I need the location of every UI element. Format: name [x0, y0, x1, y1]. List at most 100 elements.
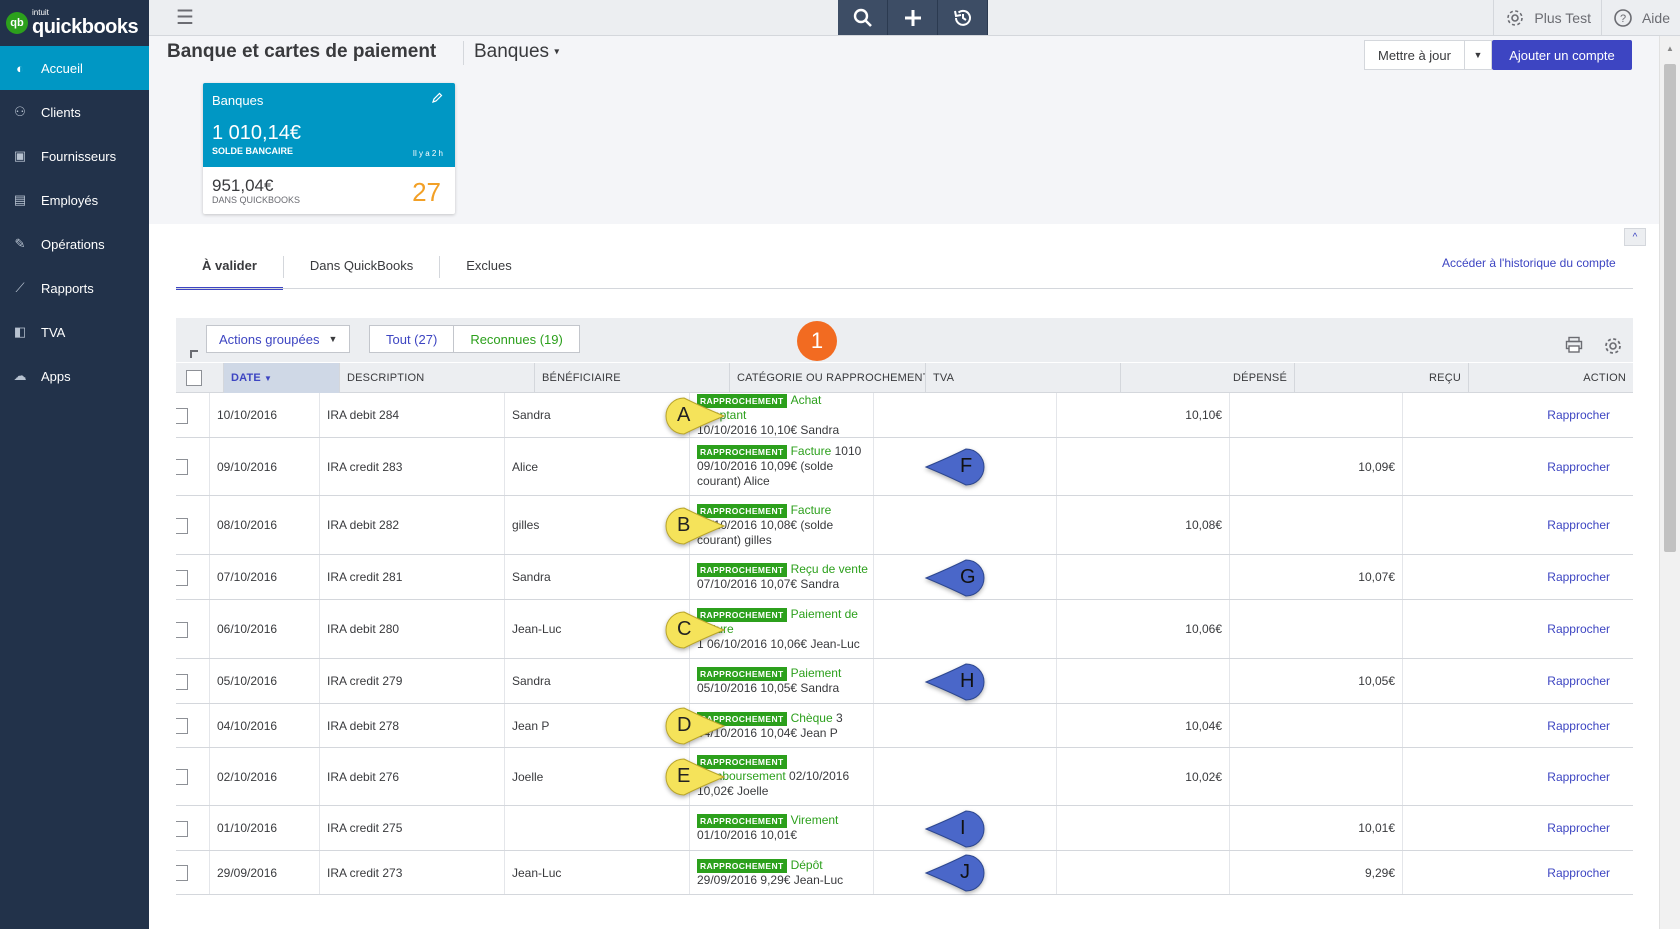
table-row[interactable]: 10/10/2016 IRA debit 284 Sandra RAPPROCHEME…: [176, 393, 1633, 438]
match-action-link[interactable]: Rapprocher: [1547, 674, 1610, 688]
match-action-link[interactable]: Rapprocher: [1547, 408, 1610, 422]
filter-all-button[interactable]: Tout (27): [369, 325, 455, 353]
pencil-icon[interactable]: [431, 92, 443, 107]
cell-tax[interactable]: [873, 496, 1056, 554]
match-action-link[interactable]: Rapprocher: [1547, 622, 1610, 636]
cell-tax[interactable]: [873, 600, 1056, 658]
sidebar-item-employees[interactable]: ▤ Employés: [0, 178, 149, 222]
print-icon[interactable]: [1565, 336, 1583, 354]
table-row[interactable]: 08/10/2016 IRA debit 282 gilles RAPPROCHEME…: [176, 496, 1633, 555]
row-checkbox[interactable]: [176, 769, 188, 785]
sidebar-item-dashboard[interactable]: ◐ Accueil: [0, 46, 149, 90]
select-all-checkbox[interactable]: [186, 370, 202, 386]
match-action-link[interactable]: Rapprocher: [1547, 770, 1610, 784]
tax-icon: ◧: [13, 324, 27, 339]
tab-excluded[interactable]: Exclues: [440, 249, 538, 290]
match-action-link[interactable]: Rapprocher: [1547, 570, 1610, 584]
match-action-link[interactable]: Rapprocher: [1547, 719, 1610, 733]
help-menu[interactable]: ? Aide: [1600, 0, 1680, 35]
cell-category[interactable]: RAPPROCHEMENT Facture 1010 09/10/2016 10,0…: [689, 438, 873, 495]
sidebar-item-reports[interactable]: ⟋ Rapports: [0, 266, 149, 310]
match-action-link[interactable]: Rapprocher: [1547, 866, 1610, 880]
bank-account-card[interactable]: Banques 1 010,14€ SOLDE BANCAIRE Il y a …: [203, 83, 455, 214]
header-tax[interactable]: TVA: [925, 363, 1120, 393]
matched-transaction-type[interactable]: Virement: [791, 813, 839, 827]
cell-tax[interactable]: [873, 393, 1056, 437]
add-account-button[interactable]: Ajouter un compte: [1492, 40, 1632, 70]
update-dropdown-toggle[interactable]: ▼: [1464, 40, 1492, 70]
match-action-link[interactable]: Rapprocher: [1547, 518, 1610, 532]
row-checkbox[interactable]: [176, 673, 188, 690]
match-action-link[interactable]: Rapprocher: [1547, 821, 1610, 835]
header-received[interactable]: REÇU: [1294, 363, 1468, 393]
create-button[interactable]: [888, 0, 938, 35]
matched-transaction-detail: 29/09/2016 9,29€ Jean-Luc: [697, 872, 844, 887]
bulk-actions-dropdown[interactable]: Actions groupées ▼: [206, 325, 351, 353]
table-row[interactable]: 07/10/2016 IRA credit 281 Sandra RAPPROCHEM…: [176, 555, 1633, 600]
row-checkbox[interactable]: [176, 718, 188, 734]
header-spent[interactable]: DÉPENSÉ: [1120, 363, 1294, 393]
match-action-link[interactable]: Rapprocher: [1547, 460, 1610, 474]
row-checkbox[interactable]: [176, 569, 188, 586]
cell-category[interactable]: RAPPROCHEMENT Paiement 05/10/2016 10,05€ S…: [689, 659, 873, 703]
row-checkbox[interactable]: [176, 407, 188, 424]
update-button[interactable]: Mettre à jour: [1364, 40, 1465, 70]
row-checkbox[interactable]: [176, 517, 188, 534]
header-category[interactable]: CATÉGORIE OU RAPPROCHEMENT: [729, 363, 925, 393]
account-selector[interactable]: Banques ▾: [474, 41, 559, 63]
cell-category[interactable]: RAPPROCHEMENT Dépôt 29/09/2016 9,29€ Jean-…: [689, 851, 873, 894]
tab-in-quickbooks[interactable]: Dans QuickBooks: [284, 249, 439, 290]
matched-transaction-type[interactable]: Reçu de vente: [791, 562, 868, 576]
cell-category[interactable]: RAPPROCHEMENT Reçu de vente 07/10/2016 10,…: [689, 555, 873, 599]
scrollbar-thumb[interactable]: [1664, 64, 1676, 552]
search-button[interactable]: [838, 0, 888, 35]
table-row[interactable]: 04/10/2016 IRA debit 278 Jean P RAPPROCHEME…: [176, 704, 1633, 748]
filter-recognized-button[interactable]: Reconnues (19): [454, 325, 580, 353]
row-checkbox[interactable]: [176, 865, 188, 881]
tab-to-review[interactable]: À valider: [176, 249, 283, 290]
page-scrollbar[interactable]: ▲: [1659, 36, 1680, 929]
table-row[interactable]: 09/10/2016 IRA credit 283 Alice RAPPROCHEME…: [176, 438, 1633, 496]
scroll-up-arrow-icon[interactable]: ▲: [1666, 44, 1674, 53]
matched-transaction-type[interactable]: Paiement: [791, 666, 842, 680]
row-checkbox[interactable]: [176, 621, 188, 638]
annotation-marker-letter: E: [677, 765, 691, 787]
matched-transaction-type[interactable]: Dépôt: [791, 858, 823, 872]
matched-transaction-type[interactable]: Facture: [791, 444, 832, 458]
table-row[interactable]: 05/10/2016 IRA credit 279 Sandra RAPPROCHEM…: [176, 659, 1633, 704]
recent-transactions-button[interactable]: [938, 0, 988, 35]
cell-received: 10,09€: [1229, 438, 1402, 495]
table-row[interactable]: 29/09/2016 IRA credit 273 Jean-Luc RAPPROCH…: [176, 851, 1633, 895]
quickbooks-logo[interactable]: qb intuit quickbooks: [0, 0, 149, 46]
match-badge: RAPPROCHEMENT: [697, 667, 787, 681]
collapse-chevron-icon[interactable]: ^: [1624, 228, 1646, 246]
account-history-link[interactable]: Accéder à l'historique du compte: [1442, 256, 1616, 270]
settings-menu[interactable]: Plus Test: [1493, 0, 1601, 35]
cell-tax[interactable]: [873, 748, 1056, 805]
cell-tax[interactable]: [873, 704, 1056, 747]
table-row[interactable]: 02/10/2016 IRA debit 276 Joelle RAPPROCHEME…: [176, 748, 1633, 806]
hamburger-menu-icon[interactable]: ☰: [176, 5, 194, 30]
matched-transaction-detail: 01/10/2016 10,01€: [697, 828, 798, 842]
row-checkbox[interactable]: [176, 459, 188, 475]
table-settings-gear-icon[interactable]: [1603, 336, 1623, 356]
sidebar-item-transactions[interactable]: ✎ Opérations: [0, 222, 149, 266]
cell-description: IRA debit 280: [319, 600, 504, 658]
table-row[interactable]: 01/10/2016 IRA credit 275 RAPPROCHEMENT Vir…: [176, 806, 1633, 851]
cell-payee: [504, 806, 689, 850]
header-date[interactable]: DATE ▼: [223, 363, 339, 393]
row-checkbox[interactable]: [176, 820, 188, 837]
cell-category[interactable]: RAPPROCHEMENT Virement 01/10/2016 10,01€: [689, 806, 873, 850]
cell-spent: [1056, 851, 1229, 894]
table-row[interactable]: 06/10/2016 IRA debit 280 Jean-Luc RAPPROCHE…: [176, 600, 1633, 659]
annotation-marker-f: F: [924, 447, 986, 487]
matched-transaction-detail: 07/10/2016 10,07€ Sandra: [697, 577, 840, 591]
sidebar-item-apps[interactable]: ☁ Apps: [0, 354, 149, 398]
sidebar-item-vendors[interactable]: ▣ Fournisseurs: [0, 134, 149, 178]
matched-transaction-type[interactable]: Facture: [791, 503, 832, 517]
sidebar-item-tax[interactable]: ◧ TVA: [0, 310, 149, 354]
header-description[interactable]: DESCRIPTION: [339, 363, 534, 393]
sidebar-item-customers[interactable]: ⚇ Clients: [0, 90, 149, 134]
matched-transaction-type[interactable]: Chèque: [791, 711, 833, 725]
header-payee[interactable]: BÉNÉFICIAIRE: [534, 363, 729, 393]
